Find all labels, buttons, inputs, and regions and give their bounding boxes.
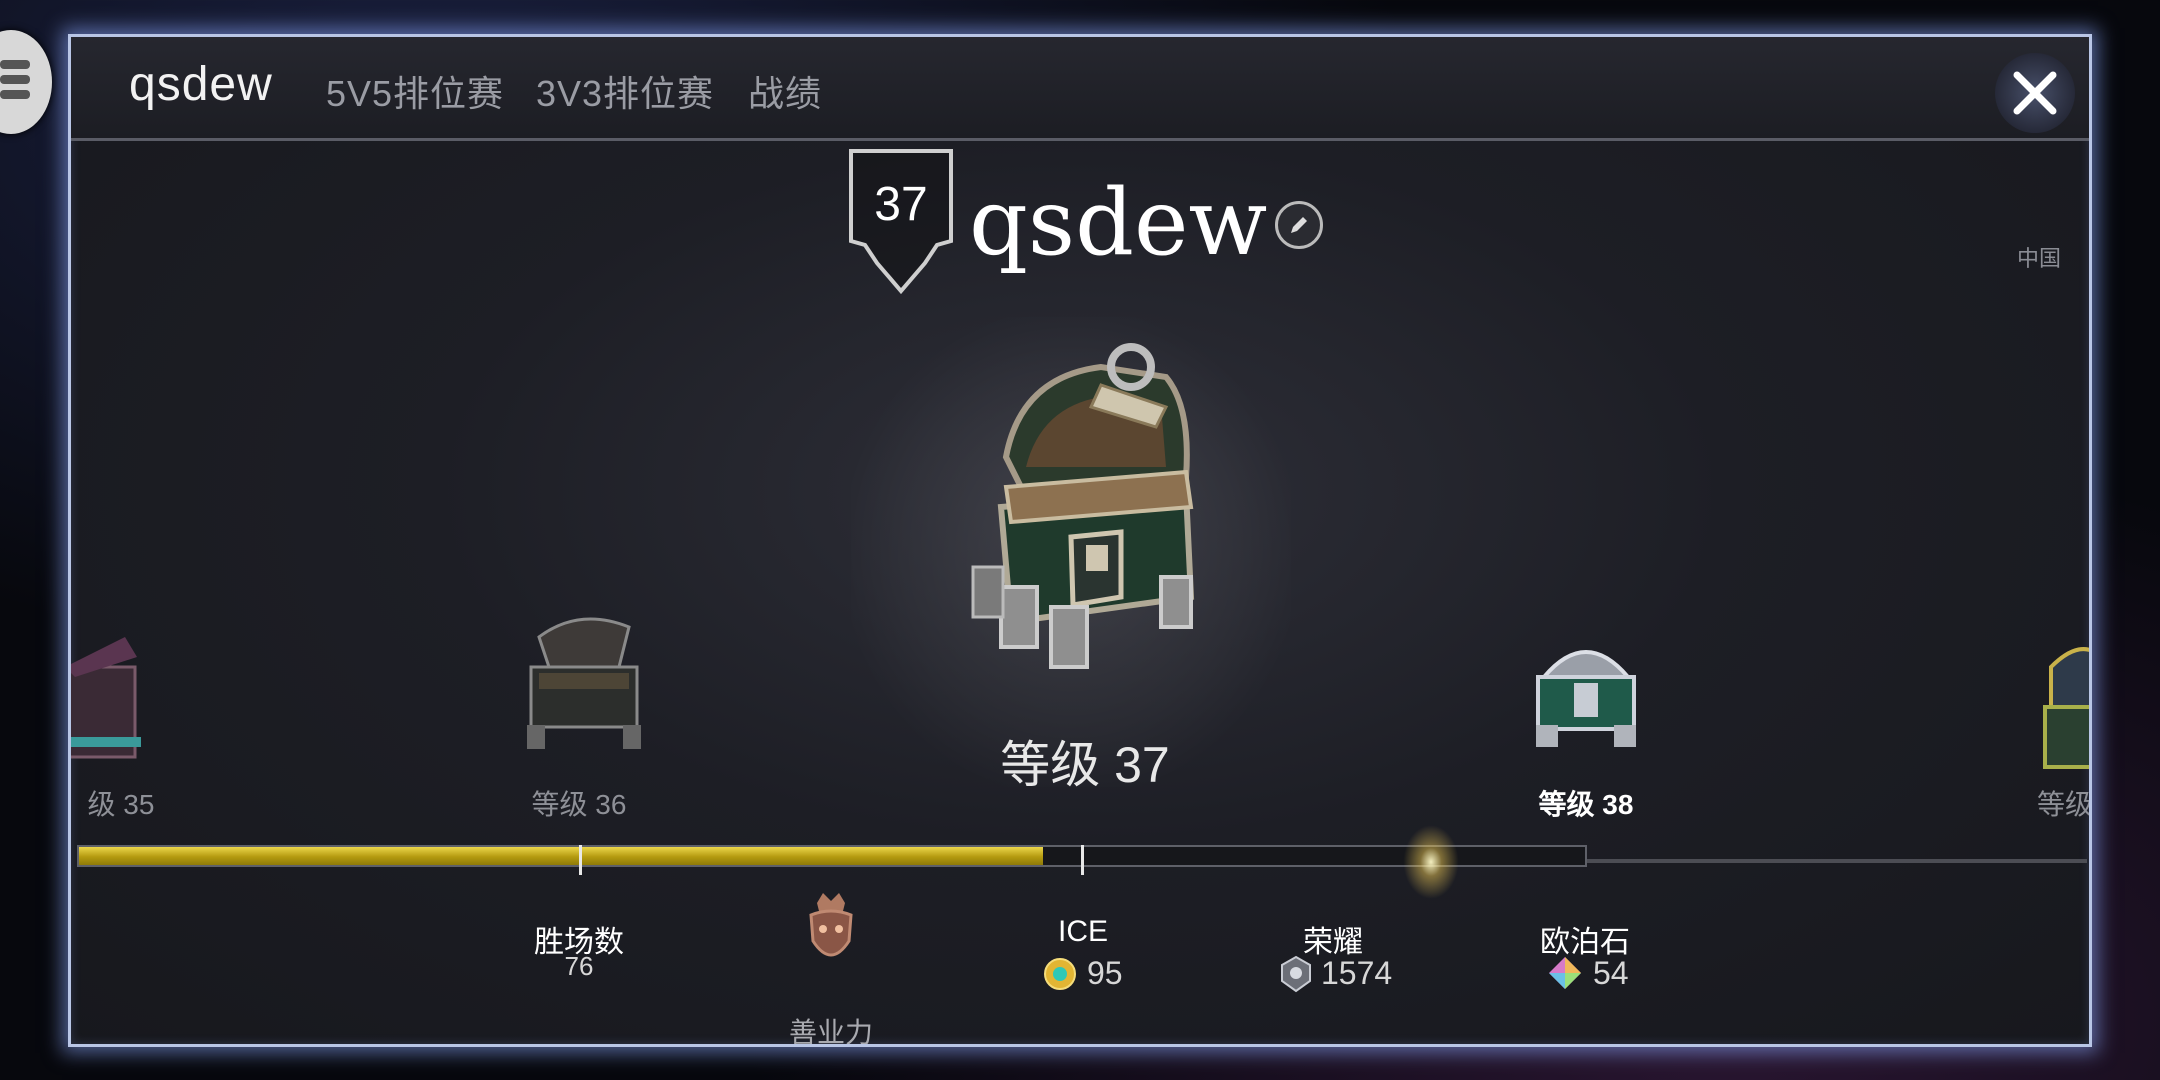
tab-profile[interactable]: qsdew [129,57,273,112]
chest-level-39-icon [2043,647,2089,769]
opal-value: 54 [1593,955,1629,991]
profile-panel: qsdew 5V5排位赛 3V3排位赛 战绩 中国 37 qsdew 级 35 … [68,34,2092,1047]
chest-label-level-37: 等级 37 [1000,737,1170,793]
ice-currency-icon [1044,958,1076,990]
chest-label-level-39: 等级 [2037,789,2092,820]
edit-name-button[interactable] [1275,201,1323,249]
progress-tick-level-36 [579,845,582,875]
opal-label: 欧泊石 [1540,926,1630,959]
progress-spark-icon [1401,822,1461,902]
hamburger-icon [0,60,30,105]
progress-track-extension [1587,859,2087,863]
chest-label-level-36: 等级 36 [531,789,627,820]
chest-level-35-icon [71,637,141,759]
chest-label-level-35: 级 35 [87,789,155,820]
chest-level-36-icon [527,617,641,749]
tab-bar: qsdew 5V5排位赛 3V3排位赛 战绩 [71,37,2089,141]
player-level-number: 37 [874,178,928,231]
opal-currency-icon [1549,957,1581,989]
karma-label: 善业力 [788,1017,873,1047]
glory-currency-icon [1281,955,1311,993]
region-label: 中国 [2016,246,2061,271]
player-name: qsdew [969,169,1268,276]
chest-label-level-38: 等级 38 [1538,789,1634,820]
karma-icon[interactable] [799,889,863,973]
xp-progress-fill [79,847,1043,865]
tab-5v5-ranked[interactable]: 5V5排位赛 [326,65,504,117]
wins-value: 76 [564,951,594,981]
chest-level-37-icon [971,343,1195,669]
progress-tick-level-37 [1081,845,1084,875]
chest-level-38-icon [1536,650,1636,747]
tab-3v3-ranked[interactable]: 3V3排位赛 [536,65,714,117]
glory-value: 1574 [1321,955,1393,991]
tab-match-history[interactable]: 战绩 [748,65,822,117]
ice-value: 95 [1087,955,1123,991]
close-button[interactable] [1995,53,2075,133]
close-icon [2013,71,2057,115]
pencil-icon [1291,217,1307,233]
ice-label: ICE [1057,915,1108,948]
xp-progress-bar [77,845,1587,867]
